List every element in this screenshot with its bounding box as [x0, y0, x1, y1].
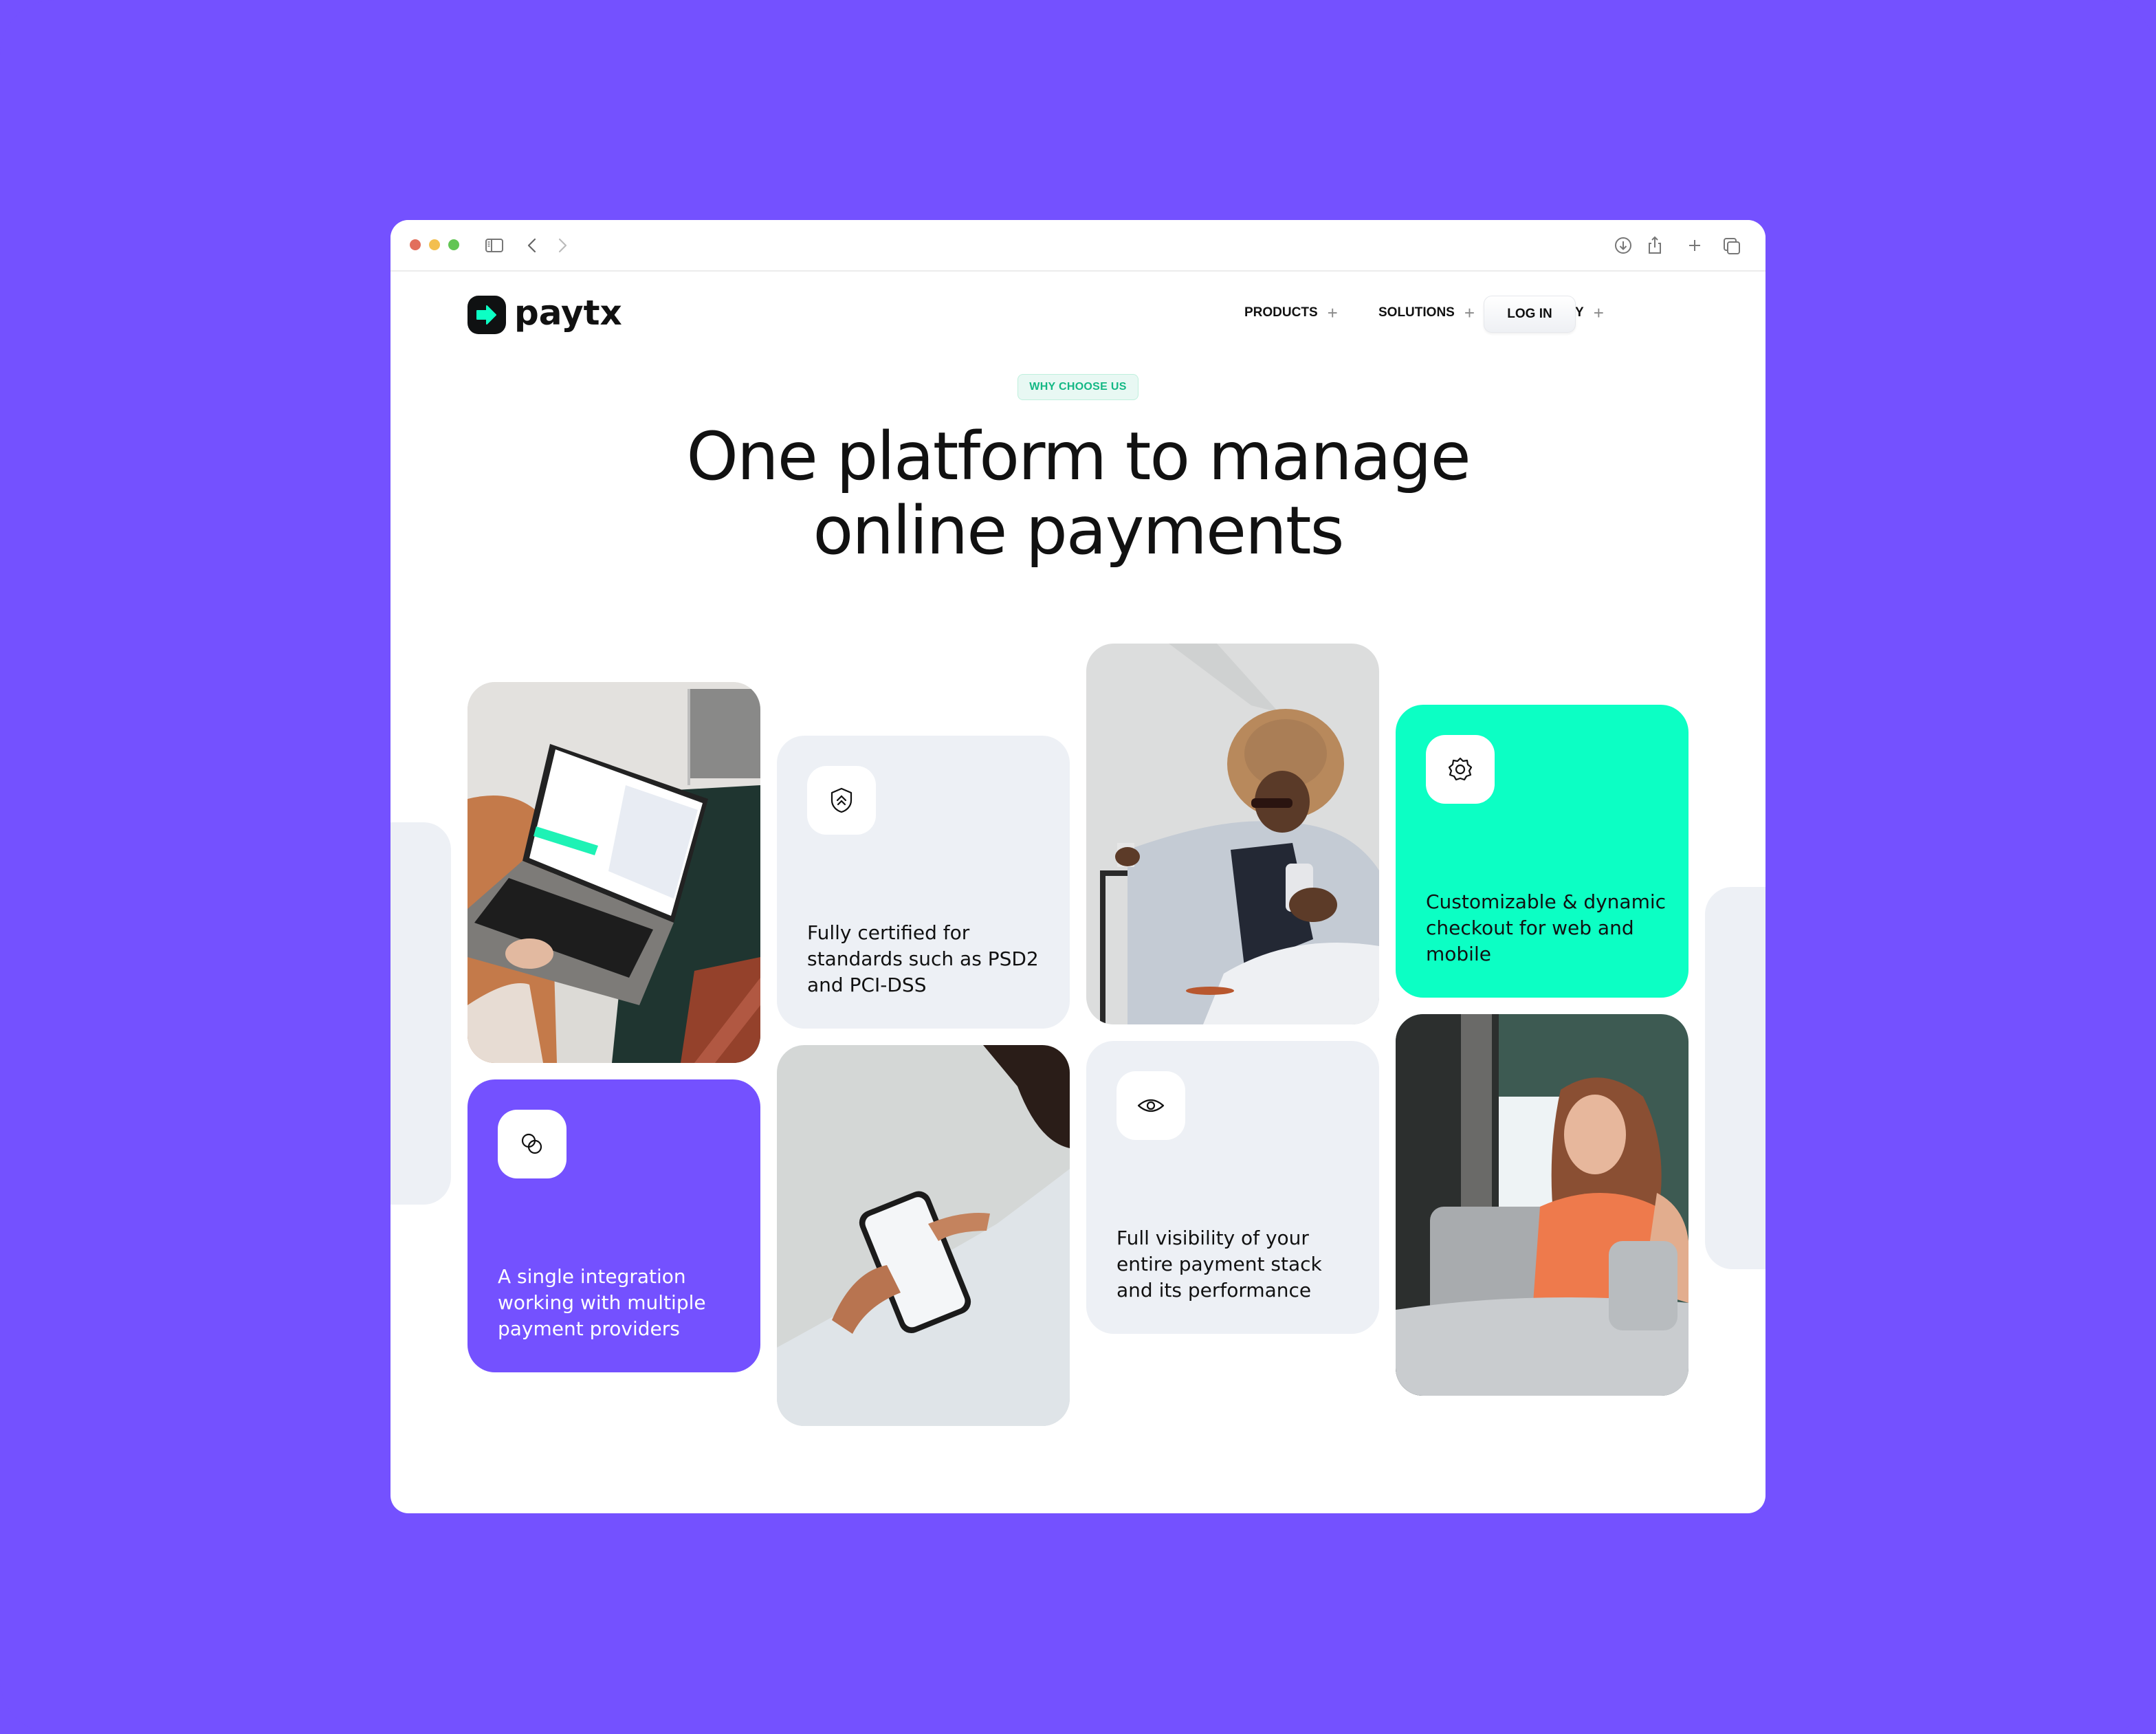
title-line-2: online payments	[813, 492, 1345, 569]
logo-arrow-icon	[468, 296, 506, 334]
feature-card-integration: A single integration working with multip…	[468, 1079, 760, 1372]
photo-laptop-checkout	[468, 682, 760, 1063]
browser-toolbar	[390, 220, 1766, 272]
section-badge: WHY CHOOSE US	[1018, 374, 1138, 400]
minimize-window-button[interactable]	[429, 239, 440, 250]
partial-card-left	[390, 822, 451, 1205]
login-button[interactable]: LOG IN	[1484, 296, 1576, 333]
browser-window: paytx PRODUCTS + SOLUTIONS + COMPANY + P…	[390, 220, 1766, 1513]
plus-icon: +	[1327, 303, 1338, 323]
nav-label: PRODUCTS	[1244, 305, 1318, 320]
feature-text: Customizable & dynamic checkout for web …	[1426, 890, 1666, 965]
maximize-window-button[interactable]	[448, 239, 459, 250]
icon-container	[807, 766, 876, 835]
back-icon[interactable]	[521, 234, 544, 257]
feature-text: Full visibility of your entire payment s…	[1116, 1227, 1322, 1302]
nav-label: SOLUTIONS	[1378, 305, 1455, 320]
feature-text: A single integration working with multip…	[498, 1265, 706, 1340]
photo-man-card-phone	[1086, 644, 1379, 1024]
icon-container	[1116, 1071, 1185, 1140]
photo-hands-smartphone	[777, 1045, 1070, 1426]
gear-icon	[1448, 757, 1473, 781]
forward-icon[interactable]	[550, 234, 573, 257]
logo-text: paytx	[514, 293, 622, 333]
nav-products[interactable]: PRODUCTS +	[1244, 304, 1338, 322]
plus-icon: +	[1464, 303, 1475, 323]
title-line-1: One platform to manage	[686, 418, 1471, 495]
photo-woman-sofa	[1396, 1014, 1688, 1396]
shield-icon	[830, 787, 852, 813]
eye-icon	[1137, 1099, 1165, 1112]
logo[interactable]: paytx	[468, 294, 622, 336]
close-window-button[interactable]	[410, 239, 421, 250]
partial-card-right	[1705, 887, 1766, 1269]
linked-circles-icon	[521, 1133, 542, 1154]
feature-card-checkout: Customizable & dynamic checkout for web …	[1396, 705, 1688, 998]
icon-container	[498, 1110, 566, 1178]
feature-text: Fully certified for standards such as PS…	[807, 921, 1039, 996]
share-icon[interactable]	[1643, 234, 1666, 257]
feature-card-certified: Fully certified for standards such as PS…	[777, 736, 1070, 1029]
page-title: One platform to manage online payments	[390, 419, 1766, 568]
feature-card-visibility: Full visibility of your entire payment s…	[1086, 1041, 1379, 1334]
icon-container	[1426, 735, 1495, 804]
sidebar-icon[interactable]	[483, 234, 506, 257]
nav-solutions[interactable]: SOLUTIONS +	[1378, 304, 1475, 322]
download-icon[interactable]	[1612, 234, 1635, 257]
plus-icon: +	[1593, 303, 1604, 323]
tabs-overview-icon[interactable]	[1720, 234, 1744, 257]
new-tab-icon[interactable]	[1683, 234, 1706, 257]
